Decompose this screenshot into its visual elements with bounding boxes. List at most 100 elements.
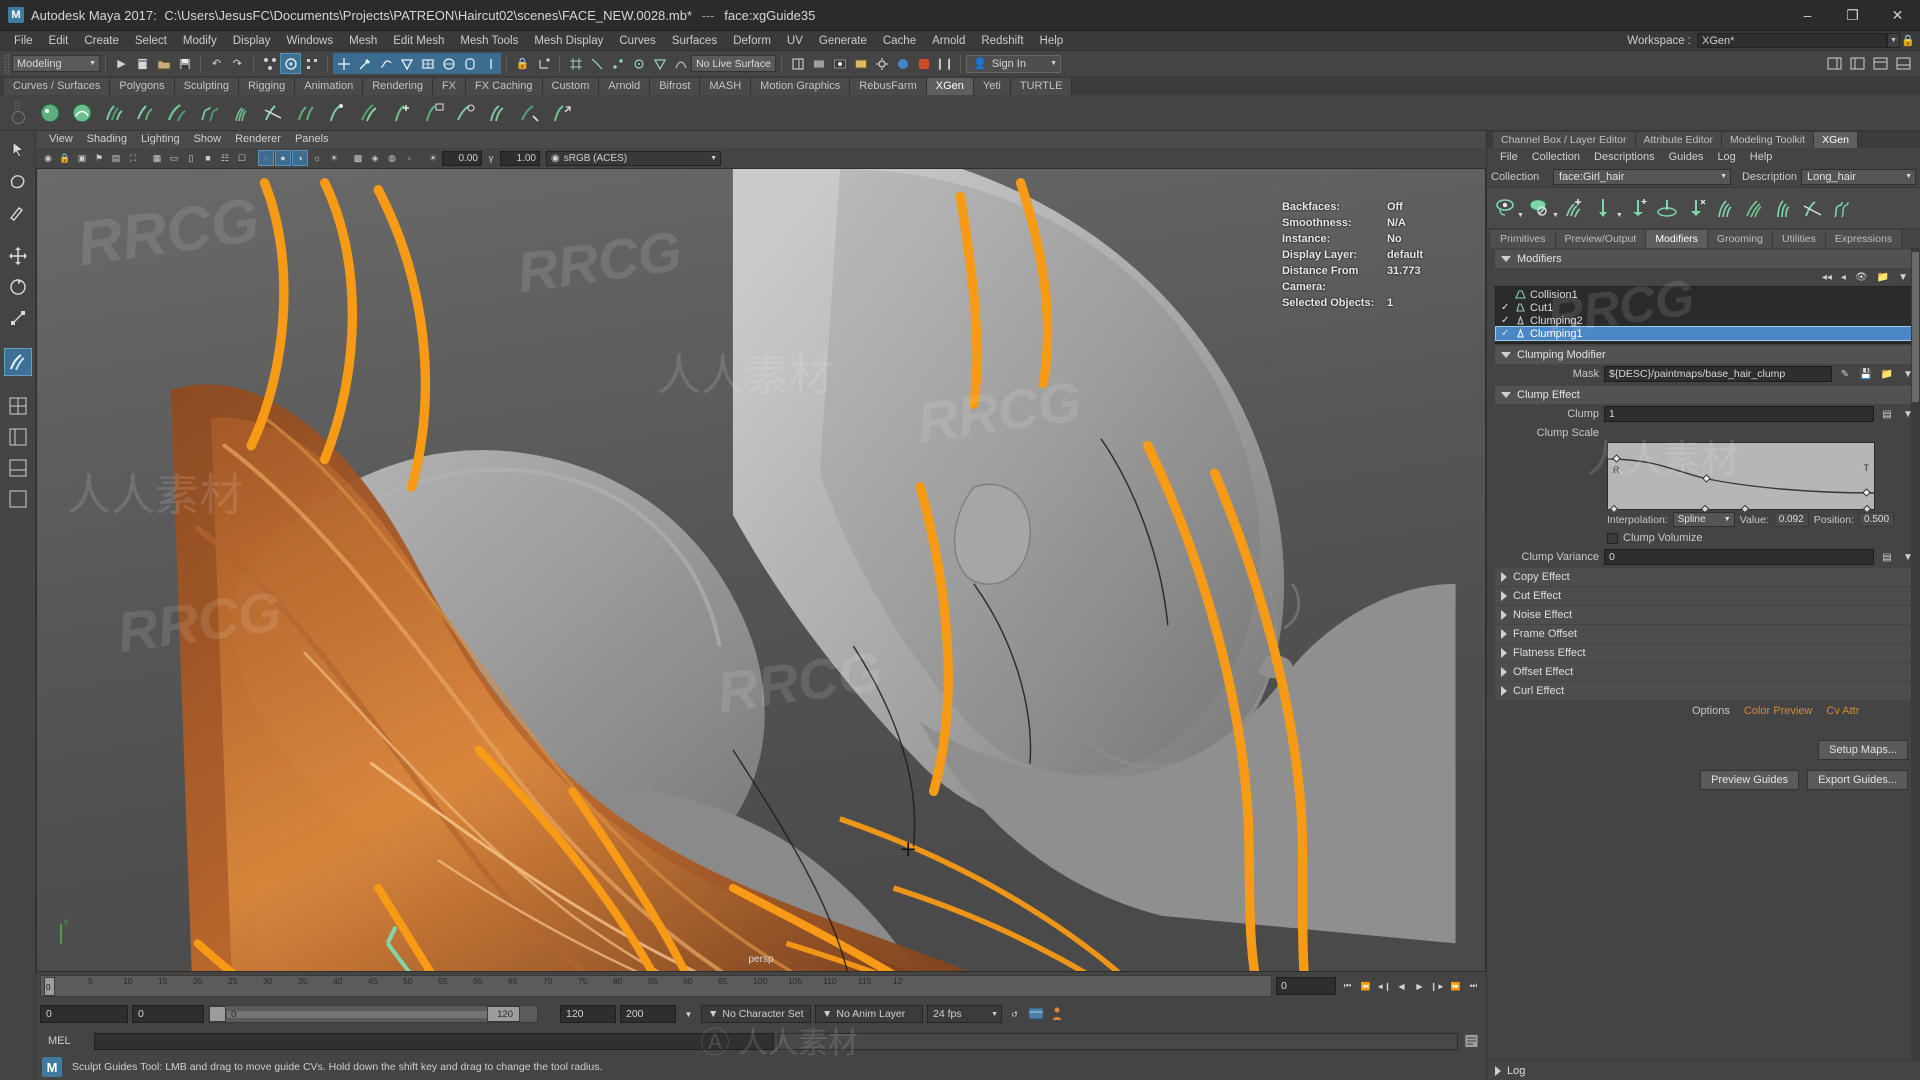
- xgen-clump-brush-icon[interactable]: [227, 98, 257, 128]
- curve-position-field[interactable]: 0.500: [1859, 512, 1894, 527]
- open-scene-icon[interactable]: [153, 53, 174, 74]
- play-backwards-icon[interactable]: ◀: [1393, 977, 1410, 995]
- save-scene-icon[interactable]: [174, 53, 195, 74]
- shelf-tab-motion-graphics[interactable]: Motion Graphics: [751, 78, 850, 95]
- render-settings-icon[interactable]: [871, 53, 892, 74]
- menuset-selector[interactable]: Modeling ▼: [12, 55, 100, 72]
- lock-camera-icon[interactable]: 🔒: [57, 150, 73, 166]
- menu-file[interactable]: File: [6, 31, 41, 51]
- safe-action-icon[interactable]: ☐: [234, 150, 250, 166]
- collection-selector[interactable]: face:Girl_hair ▼: [1553, 169, 1731, 185]
- current-time-indicator[interactable]: 0: [44, 977, 55, 996]
- close-button[interactable]: ✕: [1875, 0, 1920, 31]
- show-channel-box-icon[interactable]: [1824, 53, 1845, 74]
- copy-effect-section-header[interactable]: Copy Effect: [1495, 568, 1916, 586]
- xgen-brush-cut-icon[interactable]: [1799, 192, 1826, 224]
- 3d-viewport[interactable]: Backfaces:Off Smoothness:N/A Instance:No…: [36, 168, 1486, 972]
- xgen-menu-guides[interactable]: Guides: [1662, 148, 1711, 166]
- viewport-menu-panels[interactable]: Panels: [288, 131, 336, 148]
- grid-display-icon[interactable]: ▦: [149, 150, 165, 166]
- maximize-button[interactable]: ❐: [1830, 0, 1875, 31]
- xgen-add-primitives-icon[interactable]: [1561, 192, 1588, 224]
- shadows-icon[interactable]: ☀: [326, 150, 342, 166]
- xgen-vertical-scrollbar[interactable]: [1911, 248, 1920, 1060]
- arnold-render-icon[interactable]: [892, 53, 913, 74]
- single-perspective-layout-icon[interactable]: [4, 485, 32, 513]
- tab-xgen[interactable]: XGen: [1814, 132, 1858, 148]
- shelf-tab-turtle[interactable]: TURTLE: [1011, 78, 1073, 95]
- modifier-list[interactable]: Collision1 ✓ Cut1 ✓ Clumpi: [1495, 286, 1912, 344]
- xgen-create-description-icon[interactable]: [35, 98, 65, 128]
- command-language-label[interactable]: MEL: [40, 1035, 90, 1047]
- xgen-brush-noise-icon[interactable]: [1828, 192, 1855, 224]
- curl-effect-section-header[interactable]: Curl Effect: [1495, 682, 1916, 700]
- snap-to-curves-icon[interactable]: [586, 53, 607, 74]
- mask-browse-icon[interactable]: 📁: [1879, 366, 1895, 382]
- xgen-mask-icon[interactable]: [451, 98, 481, 128]
- workspace-field[interactable]: XGen*: [1697, 33, 1887, 48]
- flatness-effect-section-header[interactable]: Flatness Effect: [1495, 644, 1916, 662]
- chevron-down-icon[interactable]: ▼: [1517, 212, 1524, 228]
- modifier-visibility-icon[interactable]: 👁: [1855, 272, 1868, 283]
- modifier-checkbox[interactable]: ✓: [1501, 328, 1511, 339]
- play-forwards-icon[interactable]: ▶: [1411, 977, 1428, 995]
- viewport-menu-shading[interactable]: Shading: [80, 131, 134, 148]
- xgen-brush-density-icon[interactable]: [1712, 192, 1739, 224]
- xgen-menu-log[interactable]: Log: [1710, 148, 1742, 166]
- tab-modeling-toolkit[interactable]: Modeling Toolkit: [1722, 132, 1814, 148]
- menu-help[interactable]: Help: [1032, 31, 1072, 51]
- toolbar-drag-handle[interactable]: [4, 54, 10, 74]
- xgen-tab-preview-output[interactable]: Preview/Output: [1556, 230, 1647, 248]
- select-dynamics-icon[interactable]: [480, 53, 501, 74]
- clumping-modifier-section-header[interactable]: Clumping Modifier: [1495, 346, 1916, 364]
- xgen-add-guide-icon[interactable]: [1625, 192, 1652, 224]
- xgen-add-guide-icon[interactable]: [387, 98, 417, 128]
- sculpt-guides-tool-icon[interactable]: [4, 348, 32, 376]
- rotate-tool-icon[interactable]: [4, 273, 32, 301]
- range-options-icon[interactable]: ▼: [680, 1005, 697, 1023]
- move-modifier-up-icon[interactable]: ◂◂: [1822, 272, 1832, 283]
- playback-start-field[interactable]: 120: [560, 1005, 616, 1023]
- xgen-menu-descriptions[interactable]: Descriptions: [1587, 148, 1662, 166]
- ipr-render-icon[interactable]: [850, 53, 871, 74]
- xgen-menu-collection[interactable]: Collection: [1525, 148, 1587, 166]
- menu-edit[interactable]: Edit: [41, 31, 77, 51]
- select-camera-icon[interactable]: ◉: [40, 150, 56, 166]
- menu-cache[interactable]: Cache: [875, 31, 924, 51]
- add-modifier-icon[interactable]: 📁: [1877, 272, 1889, 283]
- gate-mask-icon[interactable]: ■: [200, 150, 216, 166]
- clump-expression-icon[interactable]: ▤: [1879, 406, 1895, 422]
- xgen-noise-brush-icon[interactable]: [195, 98, 225, 128]
- xgen-part-brush-icon[interactable]: [291, 98, 321, 128]
- select-by-component-type-icon[interactable]: [301, 53, 322, 74]
- xgen-guide-place-icon[interactable]: [323, 98, 353, 128]
- time-slider[interactable]: 1 5 10 15 20 25 30 35 40 45 50 55 60 65 …: [40, 975, 1272, 997]
- lasso-tool-icon[interactable]: [4, 167, 32, 195]
- shelf-tab-sculpting[interactable]: Sculpting: [175, 78, 239, 95]
- menu-mesh-display[interactable]: Mesh Display: [526, 31, 611, 51]
- use-all-lights-icon[interactable]: ☼: [309, 150, 325, 166]
- image-plane-icon[interactable]: ▤: [108, 150, 124, 166]
- snap-to-projected-center-icon[interactable]: [628, 53, 649, 74]
- shelf-drag-handle[interactable]: [14, 101, 20, 111]
- workspace-selector[interactable]: Workspace : XGen* ▼ 🔒: [1627, 33, 1920, 48]
- viewport-menu-renderer[interactable]: Renderer: [228, 131, 288, 148]
- lock-icon[interactable]: 🔒: [1900, 34, 1916, 47]
- xgen-brush-comb-icon[interactable]: [1741, 192, 1768, 224]
- show-hide-attribute-editor-icon[interactable]: [787, 53, 808, 74]
- move-modifier-down-icon[interactable]: ◂: [1841, 272, 1846, 283]
- cv-attr-link[interactable]: Cv Attr: [1826, 705, 1859, 717]
- frame-offset-section-header[interactable]: Frame Offset: [1495, 625, 1916, 643]
- range-start-handle[interactable]: [209, 1006, 226, 1022]
- anim-layer-selector[interactable]: ▼ No Anim Layer: [815, 1005, 923, 1023]
- xgen-brush-clump-icon[interactable]: [1770, 192, 1797, 224]
- offset-effect-section-header[interactable]: Offset Effect: [1495, 663, 1916, 681]
- gamma-value[interactable]: 1.00: [500, 151, 540, 166]
- xgen-groom-icon[interactable]: [67, 98, 97, 128]
- menu-curves[interactable]: Curves: [611, 31, 663, 51]
- select-by-object-type-icon[interactable]: [280, 53, 301, 74]
- shelf-tab-rendering[interactable]: Rendering: [363, 78, 433, 95]
- log-section-header[interactable]: Log: [1487, 1060, 1920, 1080]
- xgen-tab-utilities[interactable]: Utilities: [1773, 230, 1826, 248]
- workspace-chevron-down-icon[interactable]: ▼: [1887, 33, 1900, 48]
